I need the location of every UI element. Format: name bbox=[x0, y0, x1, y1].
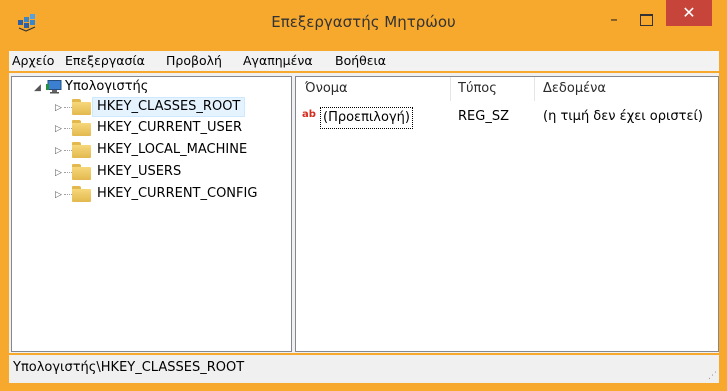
collapse-arrow-icon[interactable]: ▷ bbox=[55, 141, 62, 161]
tree-item-hkey-current-config[interactable]: ▷ HKEY_CURRENT_CONFIG bbox=[12, 184, 291, 204]
tree-connector bbox=[64, 128, 72, 129]
status-bar: Υπολογιστής\HKEY_CLASSES_ROOT ⋰ bbox=[9, 355, 719, 383]
folder-icon bbox=[72, 142, 91, 158]
column-header-data[interactable]: Δεδομένα bbox=[543, 77, 606, 101]
menu-file[interactable]: Αρχείο bbox=[12, 53, 54, 68]
tree-connector bbox=[64, 107, 72, 108]
minimize-icon: – bbox=[610, 10, 618, 28]
tree-item-hkey-users[interactable]: ▷ HKEY_USERS bbox=[12, 162, 291, 182]
menu-bar: Αρχείο Επεξεργασία Προβολή Αγαπημένα Βοή… bbox=[9, 51, 719, 71]
collapse-arrow-icon[interactable]: ▷ bbox=[55, 98, 62, 118]
folder-icon bbox=[72, 186, 91, 202]
tree-item-hkey-local-machine[interactable]: ▷ HKEY_LOCAL_MACHINE bbox=[12, 140, 291, 160]
close-button[interactable]: ✕ bbox=[666, 0, 712, 26]
values-list[interactable]: Όνομα Τύπος Δεδομένα ab (Προεπιλογή) REG… bbox=[295, 76, 719, 352]
folder-icon bbox=[72, 120, 91, 136]
registry-tree[interactable]: ◢ Υπολογιστής ▷ HKEY_CLASSES_ROOT ▷ HKEY… bbox=[11, 76, 292, 352]
value-data: (η τιμή δεν έχει οριστεί) bbox=[543, 109, 703, 124]
tree-connector bbox=[64, 194, 72, 195]
tree-connector bbox=[64, 150, 72, 151]
close-icon: ✕ bbox=[682, 3, 696, 22]
value-type: REG_SZ bbox=[458, 109, 509, 124]
minimize-button[interactable]: – bbox=[601, 10, 627, 30]
tree-item-label: Υπολογιστής bbox=[65, 79, 149, 94]
tree-item-hkey-classes-root[interactable]: ▷ HKEY_CLASSES_ROOT bbox=[12, 97, 291, 117]
title-bar[interactable]: Επεξεργαστής Μητρώου – ✕ bbox=[0, 0, 727, 44]
menu-favorites[interactable]: Αγαπημένα bbox=[243, 53, 313, 68]
collapse-arrow-icon[interactable]: ▷ bbox=[55, 119, 62, 139]
tree-item-label: HKEY_LOCAL_MACHINE bbox=[97, 142, 248, 157]
column-divider[interactable] bbox=[450, 77, 451, 101]
menu-view[interactable]: Προβολή bbox=[166, 53, 222, 68]
expand-arrow-icon[interactable]: ◢ bbox=[34, 78, 41, 98]
tree-item-label: HKEY_CURRENT_CONFIG bbox=[97, 186, 258, 201]
tree-item-label: HKEY_CLASSES_ROOT bbox=[92, 97, 246, 117]
folder-icon bbox=[72, 99, 91, 115]
value-name: (Προεπιλογή) bbox=[320, 107, 413, 129]
menu-help[interactable]: Βοήθεια bbox=[335, 53, 386, 68]
column-divider[interactable] bbox=[534, 77, 535, 101]
folder-icon bbox=[72, 164, 91, 180]
tree-item-label: HKEY_USERS bbox=[97, 164, 182, 179]
menu-edit[interactable]: Επεξεργασία bbox=[65, 53, 145, 68]
collapse-arrow-icon[interactable]: ▷ bbox=[55, 163, 62, 183]
status-path: Υπολογιστής\HKEY_CLASSES_ROOT bbox=[13, 360, 245, 375]
tree-item-computer[interactable]: ◢ Υπολογιστής bbox=[12, 77, 291, 97]
resize-grip-icon[interactable]: ⋰ bbox=[708, 371, 717, 381]
tree-item-hkey-current-user[interactable]: ▷ HKEY_CURRENT_USER bbox=[12, 118, 291, 138]
column-header-type[interactable]: Τύπος bbox=[458, 77, 497, 101]
string-value-icon: ab bbox=[302, 109, 316, 120]
collapse-arrow-icon[interactable]: ▷ bbox=[55, 185, 62, 205]
tree-connector bbox=[64, 172, 72, 173]
maximize-button[interactable] bbox=[634, 10, 658, 30]
tree-item-label: HKEY_CURRENT_USER bbox=[97, 120, 243, 135]
client-area: ◢ Υπολογιστής ▷ HKEY_CLASSES_ROOT ▷ HKEY… bbox=[9, 73, 719, 353]
registry-editor-window: Επεξεργαστής Μητρώου – ✕ Αρχείο Επεξεργα… bbox=[0, 0, 727, 391]
maximize-icon bbox=[640, 14, 653, 26]
column-header-name[interactable]: Όνομα bbox=[305, 77, 348, 101]
computer-icon bbox=[46, 80, 62, 94]
